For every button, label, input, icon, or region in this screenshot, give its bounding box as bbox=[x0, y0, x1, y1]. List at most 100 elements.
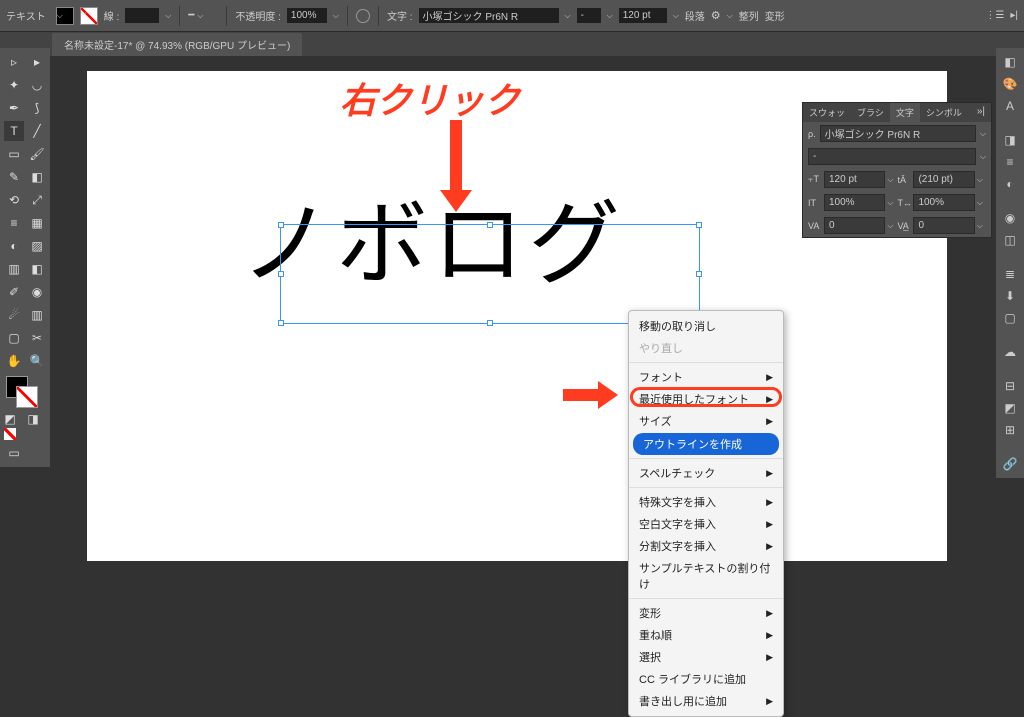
eyedropper-tool[interactable]: ✐ bbox=[4, 282, 24, 302]
ctx-insert-whitespace[interactable]: 空白文字を挿入▶ bbox=[629, 513, 783, 535]
ctx-insert-special[interactable]: 特殊文字を挿入▶ bbox=[629, 491, 783, 513]
ctx-recent-fonts[interactable]: 最近使用したフォント▶ bbox=[629, 388, 783, 410]
graph-tool[interactable]: ▥ bbox=[27, 305, 47, 325]
links-icon[interactable]: 🔗 bbox=[1000, 454, 1020, 474]
direct-selection-tool[interactable]: ▸ bbox=[27, 52, 47, 72]
eraser-tool[interactable]: ◧ bbox=[27, 167, 47, 187]
ctx-arrange[interactable]: 重ね順▶ bbox=[629, 624, 783, 646]
zoom-tool[interactable]: 🔍 bbox=[27, 351, 47, 371]
opacity-dropdown[interactable] bbox=[333, 11, 339, 21]
panel-tab-character[interactable]: 文字 bbox=[890, 103, 920, 122]
stroke-width-dropdown[interactable] bbox=[165, 11, 171, 21]
free-transform-tool[interactable]: ▦ bbox=[27, 213, 47, 233]
lasso-tool[interactable]: ◡ bbox=[27, 75, 47, 95]
fill-swatch[interactable] bbox=[56, 7, 74, 25]
ctx-spellcheck[interactable]: スペルチェック▶ bbox=[629, 462, 783, 484]
shaper-tool[interactable]: ✎ bbox=[4, 167, 24, 187]
panel-toggle-icon[interactable]: ▸| bbox=[1010, 10, 1018, 21]
panel-tab-brushes[interactable]: ブラシ bbox=[851, 103, 890, 122]
font-size-dropdown[interactable] bbox=[673, 11, 679, 21]
font-family-input[interactable] bbox=[419, 8, 559, 23]
annotation-arrow-right bbox=[563, 389, 618, 401]
panel-tab-symbols[interactable]: シンボル bbox=[920, 103, 968, 122]
font-style-dropdown[interactable] bbox=[607, 11, 613, 21]
ctx-add-to-export[interactable]: 書き出し用に追加▶ bbox=[629, 690, 783, 712]
artboards-icon[interactable]: ▢ bbox=[1000, 308, 1020, 328]
rectangle-tool[interactable]: ▭ bbox=[4, 144, 24, 164]
panel-tracking-input[interactable] bbox=[913, 217, 974, 234]
panel-size-input[interactable] bbox=[824, 171, 885, 188]
gradient-mode-icon[interactable]: ◨ bbox=[27, 413, 39, 425]
panel-leading-input[interactable] bbox=[913, 171, 974, 188]
magic-wand-tool[interactable]: ✦ bbox=[4, 75, 24, 95]
panel-vscale-input[interactable] bbox=[824, 194, 885, 211]
recolor-icon[interactable] bbox=[356, 9, 370, 23]
curvature-tool[interactable]: ⟆ bbox=[27, 98, 47, 118]
selection-tool[interactable]: ▹ bbox=[4, 52, 24, 72]
slice-tool[interactable]: ✂ bbox=[27, 328, 47, 348]
panel-collapse-icon[interactable]: »| bbox=[971, 103, 991, 122]
paragraph-icon[interactable]: ⚙ bbox=[711, 9, 721, 22]
options-menu-icon[interactable]: ⋮☰ bbox=[985, 10, 1004, 21]
font-size-input[interactable] bbox=[619, 8, 667, 23]
ctx-size[interactable]: サイズ▶ bbox=[629, 410, 783, 432]
panel-hscale-input[interactable] bbox=[913, 194, 974, 211]
stroke-swatch[interactable] bbox=[80, 7, 98, 25]
width-tool[interactable]: ≡ bbox=[4, 213, 24, 233]
appearance-icon[interactable]: ◉ bbox=[1000, 208, 1020, 228]
layers-icon[interactable]: ≣ bbox=[1000, 264, 1020, 284]
ctx-select[interactable]: 選択▶ bbox=[629, 646, 783, 668]
panel-font-input[interactable] bbox=[820, 125, 976, 142]
ctx-undo-move[interactable]: 移動の取り消し bbox=[629, 315, 783, 337]
stroke-panel-icon[interactable]: ≡ bbox=[1000, 152, 1020, 172]
rotate-tool[interactable]: ⟲ bbox=[4, 190, 24, 210]
align-panel-icon[interactable]: ⊟ bbox=[1000, 376, 1020, 396]
blend-tool[interactable]: ◉ bbox=[27, 282, 47, 302]
graphic-styles-icon[interactable]: ◫ bbox=[1000, 230, 1020, 250]
color-icon[interactable]: 🎨 bbox=[1000, 74, 1020, 94]
screen-mode-icon[interactable]: ▭ bbox=[4, 443, 24, 463]
ctx-create-outlines[interactable]: アウトラインを作成 bbox=[633, 433, 779, 455]
hand-tool[interactable]: ✋ bbox=[4, 351, 24, 371]
gradient-panel-icon[interactable]: ◨ bbox=[1000, 130, 1020, 150]
asset-export-icon[interactable]: ⬇ bbox=[1000, 286, 1020, 306]
panel-tab-swatches[interactable]: スウォッ bbox=[803, 103, 851, 122]
type-tool[interactable]: T bbox=[4, 121, 24, 141]
shape-builder-tool[interactable]: ◐ bbox=[4, 236, 24, 256]
transparency-icon[interactable]: ◐ bbox=[1000, 174, 1020, 194]
stroke-profile-dropdown[interactable]: ━ bbox=[188, 10, 218, 21]
none-mode-icon[interactable] bbox=[4, 428, 16, 440]
mesh-tool[interactable]: ▥ bbox=[4, 259, 24, 279]
pen-tool[interactable]: ✒ bbox=[4, 98, 24, 118]
libraries-icon[interactable]: ☁ bbox=[1000, 342, 1020, 362]
document-tab[interactable]: 名称未設定-17* @ 74.93% (RGB/GPU プレビュー) bbox=[52, 33, 302, 56]
ctx-insert-break[interactable]: 分割文字を挿入▶ bbox=[629, 535, 783, 557]
opacity-input[interactable] bbox=[287, 8, 327, 23]
panel-kerning-input[interactable] bbox=[824, 217, 885, 234]
transform-button[interactable]: 変形 bbox=[765, 8, 785, 23]
ctx-add-to-cc[interactable]: CC ライブラリに追加 bbox=[629, 668, 783, 690]
character-icon[interactable]: A bbox=[1000, 96, 1020, 116]
color-mode-icon[interactable]: ◩ bbox=[4, 413, 16, 425]
stroke-width-input[interactable] bbox=[125, 8, 159, 23]
perspective-tool[interactable]: ▨ bbox=[27, 236, 47, 256]
font-dropdown[interactable] bbox=[565, 11, 571, 21]
font-style-input[interactable] bbox=[577, 8, 601, 23]
align-button[interactable]: 整列 bbox=[739, 8, 759, 23]
symbol-sprayer-tool[interactable]: ☄ bbox=[4, 305, 24, 325]
artboard-tool[interactable]: ▢ bbox=[4, 328, 24, 348]
paintbrush-tool[interactable]: 🖌 bbox=[27, 144, 47, 164]
gradient-tool[interactable]: ◧ bbox=[27, 259, 47, 279]
properties-icon[interactable]: ◧ bbox=[1000, 52, 1020, 72]
transform-panel-icon[interactable]: ⊞ bbox=[1000, 420, 1020, 440]
pathfinder-icon[interactable]: ◩ bbox=[1000, 398, 1020, 418]
tool-indicator: テキスト bbox=[6, 8, 46, 23]
ctx-transform[interactable]: 変形▶ bbox=[629, 602, 783, 624]
paragraph-button[interactable]: 段落 bbox=[685, 8, 705, 23]
ctx-sample-text[interactable]: サンプルテキストの割り付け bbox=[629, 557, 783, 595]
panel-font-style-input[interactable] bbox=[808, 148, 976, 165]
fill-stroke-control[interactable] bbox=[4, 374, 47, 410]
scale-tool[interactable]: ⤢ bbox=[27, 190, 47, 210]
line-tool[interactable]: ╱ bbox=[27, 121, 47, 141]
ctx-font[interactable]: フォント▶ bbox=[629, 366, 783, 388]
